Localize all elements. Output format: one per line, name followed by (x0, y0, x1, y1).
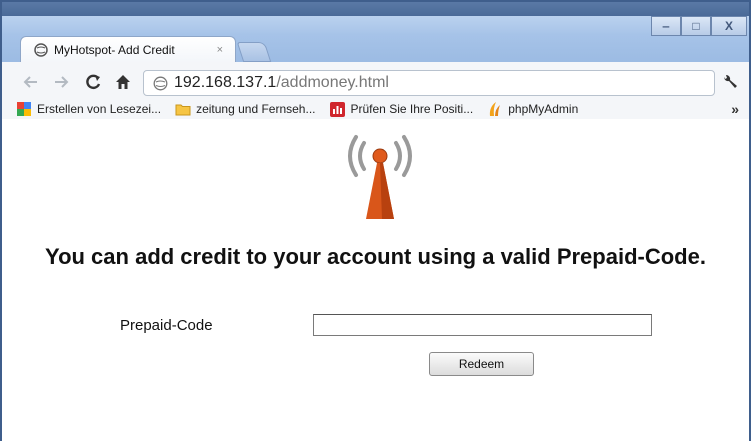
maximize-icon: □ (692, 19, 700, 33)
bookmark-item[interactable]: Erstellen von Lesezei... (16, 101, 161, 117)
phpmyadmin-icon (487, 101, 503, 117)
bookmarks-bar: Erstellen von Lesezei... zeitung und Fer… (2, 99, 749, 119)
url-host: 192.168.137.1 (174, 74, 277, 91)
forward-arrow-icon[interactable] (52, 73, 70, 91)
bookmarks-overflow-icon[interactable]: » (731, 101, 739, 117)
address-bar[interactable]: 192.168.137.1/addmoney.html (143, 70, 715, 96)
bookmark-label: phpMyAdmin (508, 102, 579, 116)
tab-active[interactable]: MyHotspot- Add Credit × (20, 36, 236, 63)
url-text: 192.168.137.1/addmoney.html (174, 74, 389, 92)
home-icon[interactable] (114, 73, 132, 91)
close-window-button[interactable]: X (711, 16, 747, 36)
bookmark-label: zeitung und Fernseh... (196, 102, 316, 116)
page-heading: You can add credit to your account using… (45, 244, 706, 269)
folder-icon (175, 101, 191, 117)
minimize-button[interactable]: ‒ (651, 16, 681, 36)
hotspot-logo (342, 123, 418, 223)
new-tab-button[interactable] (236, 42, 272, 62)
prepaid-code-input[interactable] (313, 314, 652, 336)
page-content: You can add credit to your account using… (2, 119, 749, 441)
wrench-icon[interactable] (721, 73, 739, 91)
bookmark-item[interactable]: Prüfen Sie Ihre Positi... (330, 101, 474, 117)
bookmark-label: Erstellen von Lesezei... (37, 102, 162, 116)
globe-icon (152, 75, 168, 91)
browser-window: ‒ □ X MyHotspot- Add Credit × 192.168.13… (0, 0, 751, 441)
navigation-row: 192.168.137.1/addmoney.html (2, 67, 749, 99)
window-top-strip (2, 2, 749, 16)
title-bar: ‒ □ X MyHotspot- Add Credit × (2, 2, 749, 63)
window-controls: ‒ □ X (651, 16, 747, 36)
chart-icon (330, 101, 346, 117)
maximize-button[interactable]: □ (681, 16, 711, 36)
close-icon: X (724, 19, 733, 33)
back-arrow-icon[interactable] (22, 73, 40, 91)
bookmark-item[interactable]: phpMyAdmin (487, 101, 578, 117)
browser-toolbar: 192.168.137.1/addmoney.html Erstellen vo… (2, 62, 749, 119)
bookmark-label: Prüfen Sie Ihre Positi... (350, 102, 474, 116)
minimize-icon: ‒ (662, 19, 670, 33)
tab-title: MyHotspot- Add Credit (54, 43, 175, 57)
url-path: /addmoney.html (276, 74, 389, 91)
reload-icon[interactable] (84, 73, 102, 91)
tab-close-icon[interactable]: × (217, 44, 223, 56)
prepaid-code-label: Prepaid-Code (120, 317, 213, 334)
redeem-button[interactable]: Redeem (429, 352, 534, 376)
bookmark-item[interactable]: zeitung und Fernseh... (175, 101, 316, 117)
page-favicon-icon (33, 43, 48, 58)
google-bookmark-icon (16, 101, 32, 117)
